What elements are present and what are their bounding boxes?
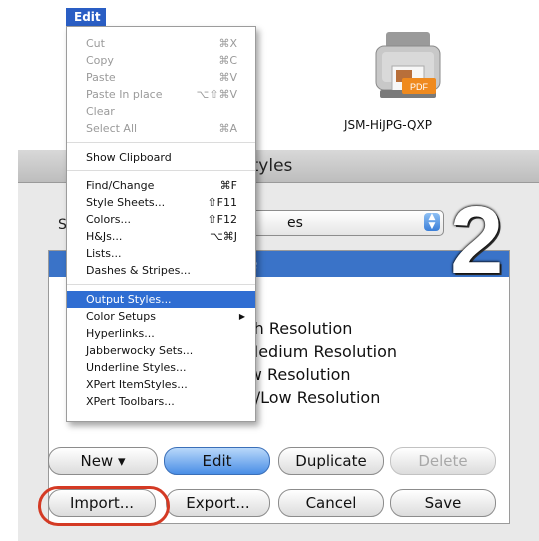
new-button[interactable]: New ▾ xyxy=(48,447,158,475)
menu-item-colors[interactable]: Colors... ⇧F12 xyxy=(67,211,255,228)
menu-item-lists[interactable]: Lists... xyxy=(67,245,255,262)
menu-item-paste[interactable]: Paste ⌘V xyxy=(67,69,255,86)
menu-item-jabberwocky-sets[interactable]: Jabberwocky Sets... xyxy=(67,342,255,359)
menu-separator xyxy=(67,142,255,143)
menu-item-xpert-toolbars[interactable]: XPert Toolbars... xyxy=(67,393,255,410)
show-popup[interactable]: es ▲ ▼ xyxy=(228,210,444,236)
menu-item-xpert-itemstyles[interactable]: XPert ItemStyles... xyxy=(67,376,255,393)
menu-item-select-all[interactable]: Select All ⌘A xyxy=(67,120,255,137)
menu-item-cut[interactable]: Cut ⌘X xyxy=(67,35,255,52)
menu-item-dashes-stripes[interactable]: Dashes & Stripes... xyxy=(67,262,255,279)
edit-button[interactable]: Edit xyxy=(164,447,270,475)
menu-item-style-sheets[interactable]: Style Sheets... ⇧F11 xyxy=(67,194,255,211)
menu-item-output-styles[interactable]: Output Styles... xyxy=(67,291,255,308)
printer-icon[interactable]: PDF xyxy=(372,28,444,112)
printer-label: JSM-HiJPG-QXP xyxy=(344,118,432,132)
delete-button[interactable]: Delete xyxy=(390,447,496,475)
cancel-button[interactable]: Cancel xyxy=(278,489,384,517)
menu-item-show-clipboard[interactable]: Show Clipboard xyxy=(67,149,255,166)
list-item[interactable]: /Medium Resolution xyxy=(239,342,397,361)
import-highlight-ring xyxy=(38,486,170,526)
list-item[interactable]: ty/Low Resolution xyxy=(239,388,380,407)
list-item[interactable]: igh Resolution xyxy=(239,319,352,338)
popup-arrows-icon: ▲ ▼ xyxy=(424,213,440,231)
menu-item-clear[interactable]: Clear xyxy=(67,103,255,120)
menu-item-find-change[interactable]: Find/Change ⌘F xyxy=(67,177,255,194)
export-button[interactable]: Export... xyxy=(166,489,270,517)
svg-text:PDF: PDF xyxy=(410,82,429,92)
step-number: 2 xyxy=(450,187,504,294)
menu-item-color-setups[interactable]: Color Setups ▶ xyxy=(67,308,255,325)
menu-separator xyxy=(67,284,255,285)
menu-item-underline-styles[interactable]: Underline Styles... xyxy=(67,359,255,376)
submenu-arrow-icon: ▶ xyxy=(238,312,245,321)
save-button[interactable]: Save xyxy=(390,489,496,517)
menu-item-hyperlinks[interactable]: Hyperlinks... xyxy=(67,325,255,342)
duplicate-button[interactable]: Duplicate xyxy=(278,447,384,475)
menu-item-copy[interactable]: Copy ⌘C xyxy=(67,52,255,69)
menu-separator xyxy=(67,170,255,171)
show-popup-value: es xyxy=(287,215,303,231)
edit-menu-title[interactable]: Edit xyxy=(66,8,106,26)
edit-menu: Cut ⌘X Copy ⌘C Paste ⌘V Paste In place ⌥⇧⌘V … xyxy=(66,26,256,422)
menu-item-paste-in-place[interactable]: Paste In place ⌥⇧⌘V xyxy=(67,86,255,103)
menu-item-hjs[interactable]: H&Js... ⌥⌘J xyxy=(67,228,255,245)
